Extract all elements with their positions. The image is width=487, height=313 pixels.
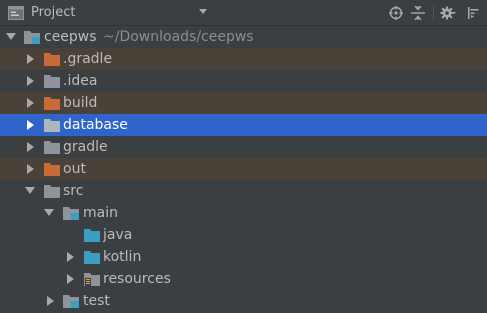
- expanded-arrow-icon[interactable]: [6, 32, 16, 42]
- excluded-folder-icon: [44, 162, 60, 176]
- tree-row-test[interactable]: test: [0, 290, 487, 312]
- toolbar-separator: [433, 6, 434, 20]
- collapsed-arrow-icon[interactable]: [26, 54, 35, 64]
- excluded-folder-icon: [44, 96, 60, 110]
- folder-icon: [44, 140, 60, 154]
- project-tree[interactable]: ceepws ~/Downloads/ceepws .gradle .idea: [0, 26, 487, 313]
- collapsed-arrow-icon[interactable]: [46, 296, 55, 306]
- hide-panel-icon[interactable]: [467, 7, 479, 19]
- source-folder-icon: [84, 228, 100, 242]
- source-folder-icon: [84, 250, 100, 264]
- tree-row-resources[interactable]: resources: [0, 268, 487, 290]
- project-view-selector[interactable]: Project: [31, 4, 75, 21]
- tree-path: ~/Downloads/ceepws: [103, 29, 254, 45]
- module-folder-icon: [63, 294, 79, 308]
- collapsed-arrow-icon[interactable]: [26, 76, 35, 86]
- folder-icon: [44, 74, 60, 88]
- tree-label: .gradle: [63, 51, 113, 67]
- chevron-down-icon[interactable]: [199, 9, 207, 15]
- tree-label: out: [63, 161, 86, 177]
- tool-window-header: Project: [0, 0, 487, 26]
- tree-row-gradle-hidden[interactable]: .gradle: [0, 48, 487, 70]
- folder-icon: [44, 118, 60, 132]
- tree-label: gradle: [63, 139, 108, 155]
- tree-row-build[interactable]: build: [0, 92, 487, 114]
- tree-label: database: [63, 117, 128, 133]
- collapsed-arrow-icon[interactable]: [66, 252, 75, 262]
- tree-row-gradle[interactable]: gradle: [0, 136, 487, 158]
- tree-row-java[interactable]: java: [0, 224, 487, 246]
- tree-row-main[interactable]: main: [0, 202, 487, 224]
- tree-label: main: [83, 205, 118, 221]
- module-folder-icon: [24, 30, 40, 44]
- collapse-all-icon[interactable]: [411, 6, 425, 20]
- tree-label: src: [63, 183, 84, 199]
- tree-label: test: [83, 293, 110, 309]
- project-view-icon: [8, 6, 24, 20]
- module-folder-icon: [63, 206, 79, 220]
- tree-label: ceepws: [44, 29, 97, 45]
- tree-row-src[interactable]: src: [0, 180, 487, 202]
- collapsed-arrow-icon[interactable]: [26, 142, 35, 152]
- tree-row-idea[interactable]: .idea: [0, 70, 487, 92]
- tree-row-out[interactable]: out: [0, 158, 487, 180]
- tree-row-ceepws[interactable]: ceepws ~/Downloads/ceepws: [0, 26, 487, 48]
- collapsed-arrow-icon[interactable]: [26, 164, 35, 174]
- collapsed-arrow-icon[interactable]: [66, 274, 75, 284]
- tree-label: kotlin: [103, 249, 142, 265]
- collapsed-arrow-icon[interactable]: [26, 98, 35, 108]
- tree-label: build: [63, 95, 98, 111]
- gear-icon[interactable]: [440, 5, 456, 21]
- tree-row-kotlin[interactable]: kotlin: [0, 246, 487, 268]
- tree-label: .idea: [63, 73, 98, 89]
- excluded-folder-icon: [44, 52, 60, 66]
- resources-folder-icon: [84, 272, 100, 286]
- folder-icon: [44, 184, 60, 198]
- expanded-arrow-icon[interactable]: [25, 186, 35, 196]
- project-tool-window: Project ceepws ~/Downloads/ceepws .gradl…: [0, 0, 487, 313]
- crosshair-icon[interactable]: [389, 6, 403, 20]
- tree-label: resources: [103, 271, 171, 287]
- tree-label: java: [103, 227, 133, 243]
- collapsed-arrow-icon[interactable]: [26, 120, 35, 130]
- expanded-arrow-icon[interactable]: [44, 208, 54, 218]
- tree-row-database[interactable]: database: [0, 114, 487, 136]
